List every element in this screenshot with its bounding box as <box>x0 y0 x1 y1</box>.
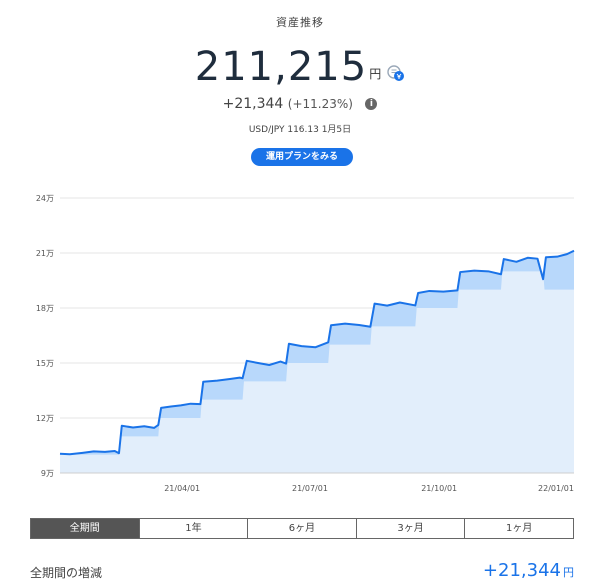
summary-label: 全期間の増減 <box>30 566 103 580</box>
tab-period-1[interactable]: 1年 <box>139 519 249 538</box>
y-tick-label: 21万 <box>36 249 54 258</box>
y-tick-label: 15万 <box>36 359 54 368</box>
asset-chart: 9万 12万 15万 18万 21万 24万 21/04/01 21/07/01 21/10/0… <box>0 180 600 500</box>
total-unit: 円 <box>369 67 382 81</box>
tab-period-3[interactable]: 3ヶ月 <box>356 519 466 538</box>
view-plan-button[interactable]: 運用プランをみる <box>251 148 353 166</box>
principal-area <box>60 271 574 473</box>
tab-period-0[interactable]: 全期間 <box>31 519 140 538</box>
summary-value: +21,344 <box>482 560 561 581</box>
currency-toggle-icon[interactable] <box>387 64 405 82</box>
period-tabs: 全期間 1年 6ヶ月 3ヶ月 1ヶ月 <box>30 518 574 539</box>
x-tick-label: 21/04/01 <box>164 484 200 493</box>
fx-rate: USD/JPY 116.13 1月5日 <box>248 125 352 135</box>
period-change-summary: 全期間の増減 +21,344 円 <box>30 560 574 584</box>
y-tick-label: 9万 <box>41 469 54 478</box>
tab-period-2[interactable]: 6ヶ月 <box>248 519 357 538</box>
y-tick-label: 18万 <box>36 304 54 313</box>
x-tick-label: 22/01/01 <box>538 484 574 493</box>
x-tick-label: 21/10/01 <box>421 484 457 493</box>
change-summary: +21,344 (+11.23%) i <box>0 96 600 112</box>
tab-period-4[interactable]: 1ヶ月 <box>465 519 573 538</box>
summary-unit: 円 <box>563 566 574 579</box>
summary-value-wrap: +21,344 円 <box>483 560 574 581</box>
y-tick-label: 12万 <box>36 414 54 423</box>
total-assets: 211,215 円 <box>0 44 600 90</box>
total-value: 211,215 <box>194 44 368 90</box>
x-tick-label: 21/07/01 <box>292 484 328 493</box>
info-icon[interactable]: i <box>365 98 378 110</box>
change-amount: +21,344 <box>222 96 284 112</box>
y-tick-label: 24万 <box>36 194 54 203</box>
change-percent: (+11.23%) <box>287 97 353 111</box>
page-title: 資産推移 <box>276 16 324 29</box>
asset-chart-svg: 9万 12万 15万 18万 21万 24万 21/04/01 21/07/01 21/10/0… <box>36 194 575 493</box>
